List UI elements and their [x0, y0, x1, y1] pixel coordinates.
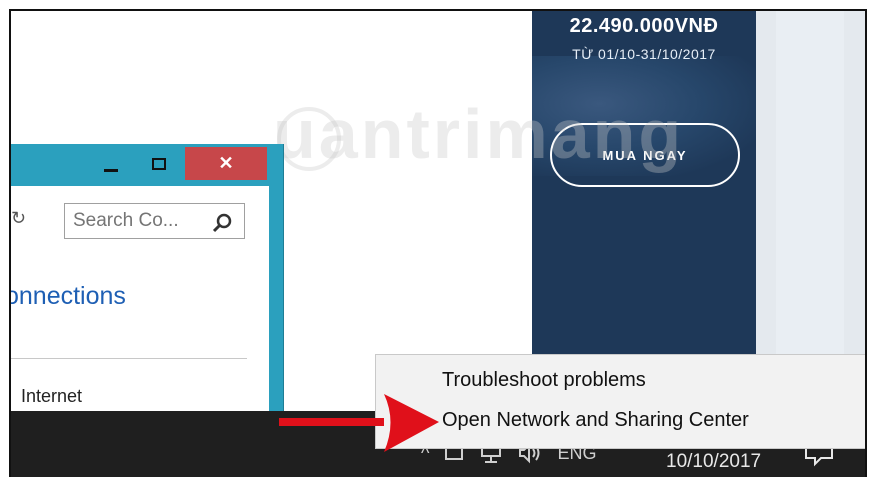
- taskbar-date[interactable]: 10/10/2017: [666, 451, 761, 473]
- divider: [11, 358, 247, 359]
- menu-item-troubleshoot[interactable]: Troubleshoot problems: [442, 369, 646, 392]
- minimize-icon: [104, 168, 118, 172]
- red-arrow-annotation: [279, 394, 439, 452]
- close-icon: ✕: [218, 153, 234, 173]
- buy-now-button[interactable]: MUA NGAY: [550, 123, 740, 187]
- maximize-button[interactable]: [141, 151, 177, 177]
- window-titlebar[interactable]: ✕: [11, 144, 283, 186]
- screenshot-frame: 22.490.000VNĐ TỪ 01/10-31/10/2017 MUA NG…: [9, 9, 867, 477]
- search-icon[interactable]: [211, 212, 233, 234]
- ad-price: 22.490.000VNĐ: [569, 15, 719, 37]
- search-box[interactable]: [64, 203, 245, 239]
- refresh-icon[interactable]: ↻: [11, 204, 26, 232]
- search-input[interactable]: [73, 209, 203, 233]
- page-title: onnections: [9, 282, 126, 310]
- ad-date-range: TỪ 01/10-31/10/2017: [572, 46, 716, 62]
- right-page-panel: [756, 11, 865, 411]
- ad-banner[interactable]: 22.490.000VNĐ TỪ 01/10-31/10/2017 MUA NG…: [532, 11, 756, 411]
- maximize-icon: [152, 158, 166, 170]
- list-item-internet[interactable]: Internet: [21, 386, 82, 407]
- window-content: ↻ onnections Internet: [11, 186, 269, 412]
- menu-item-open-network-sharing-center[interactable]: Open Network and Sharing Center: [442, 409, 749, 432]
- network-connections-window[interactable]: ✕ ↻ onnections Internet: [11, 144, 284, 412]
- lightbulb-watermark-icon: [277, 107, 341, 171]
- minimize-button[interactable]: [96, 151, 126, 177]
- right-page-column: [776, 11, 844, 411]
- close-button[interactable]: ✕: [185, 147, 267, 180]
